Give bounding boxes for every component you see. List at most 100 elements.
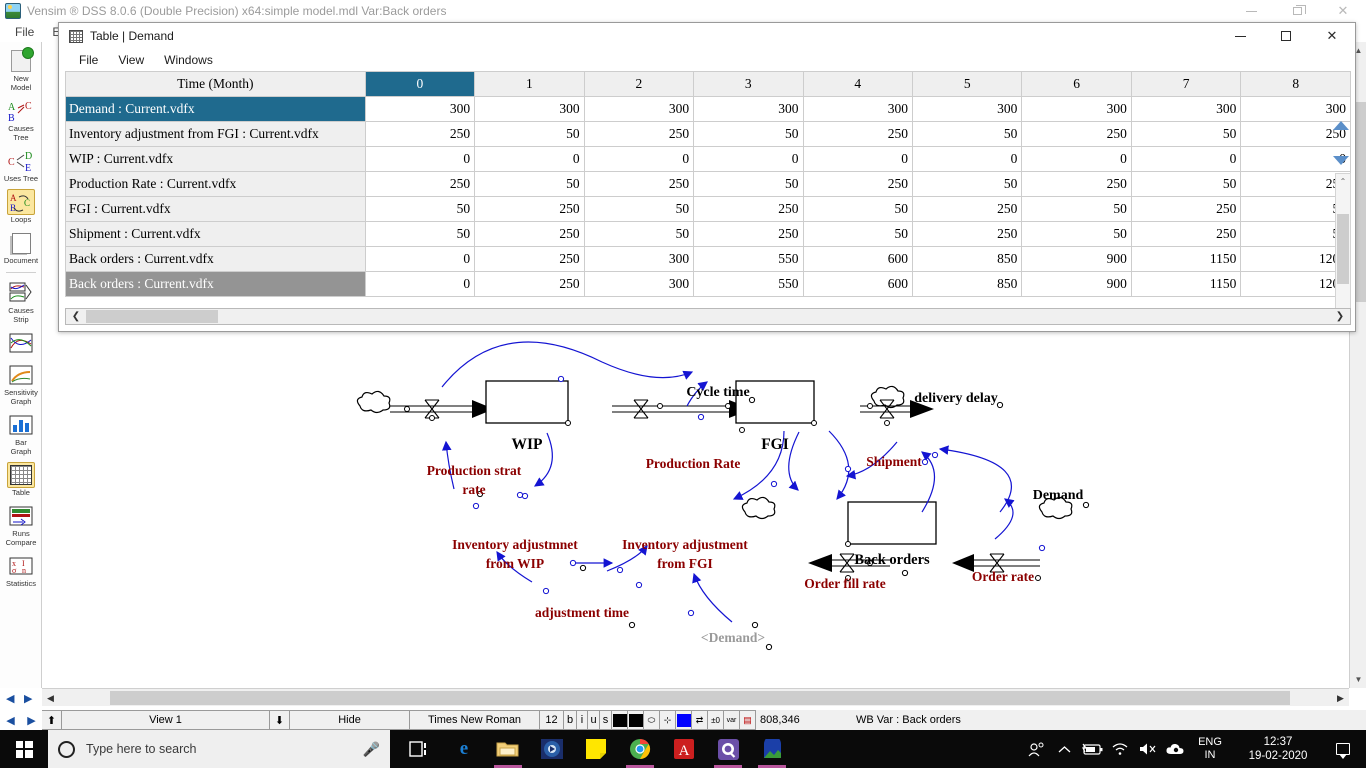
clock[interactable]: 12:37 19-02-2020 <box>1230 735 1326 763</box>
sketch-hscroll-thumb[interactable] <box>110 691 1290 705</box>
vensim-close-button[interactable]: ✕ <box>1320 0 1366 22</box>
cell-value[interactable]: 50 <box>1130 121 1242 147</box>
cell-value[interactable]: 600 <box>802 246 913 272</box>
cell-value[interactable]: 300 <box>693 96 804 122</box>
table-scroll-down-icon[interactable] <box>1333 156 1349 165</box>
cell-value[interactable]: 250 <box>474 246 585 272</box>
tool-graph[interactable] <box>0 328 42 358</box>
tool-document[interactable]: Document <box>0 228 42 267</box>
table-scroll-right-icon[interactable]: ❯ <box>1332 309 1348 324</box>
cell-value[interactable]: 50 <box>911 171 1023 197</box>
cell-value[interactable]: 50 <box>474 121 585 147</box>
photos-icon[interactable] <box>706 730 750 768</box>
table-row[interactable]: WIP : Current.vdfx 0 0 0 0 0 0 0 0 0 <box>65 146 1351 172</box>
table-row[interactable]: Demand : Current.vdfx 300 300 300 300 30… <box>65 96 1351 122</box>
edge-icon[interactable]: e <box>442 730 486 768</box>
cell-value[interactable]: 50 <box>911 121 1023 147</box>
cell-value[interactable]: 850 <box>911 246 1023 272</box>
table-vscroll-thumb[interactable] <box>1337 214 1349 284</box>
cell-value[interactable]: 250 <box>1021 171 1132 197</box>
cell-value[interactable]: 250 <box>583 171 695 197</box>
column-header-8[interactable]: 8 <box>1240 71 1351 97</box>
variable-button[interactable]: var <box>724 710 740 730</box>
start-button[interactable] <box>0 730 48 768</box>
cell-value[interactable]: 300 <box>802 96 913 122</box>
column-header-3[interactable]: 3 <box>693 71 804 97</box>
nav-right-icon[interactable]: ▶ <box>24 692 32 705</box>
notifications-icon[interactable] <box>1326 743 1360 759</box>
table-scroll-left-icon[interactable]: ❮ <box>68 309 84 324</box>
cell-value[interactable]: 0 <box>364 146 476 172</box>
tool-loops[interactable]: ABC Loops <box>0 187 42 226</box>
comment-button[interactable]: ▤ <box>740 710 756 730</box>
table-close-button[interactable]: ✕ <box>1309 23 1355 49</box>
tool-sensitivity-graph[interactable]: Sensitivity Graph <box>0 360 42 408</box>
cell-value[interactable]: 50 <box>1130 171 1242 197</box>
results-table[interactable]: Time (Month) 0 1 2 3 4 5 6 7 8 Demand : <box>65 71 1351 297</box>
cell-value[interactable]: 300 <box>583 271 695 297</box>
tool-causes-strip[interactable]: Causes Strip <box>0 278 42 326</box>
cell-value[interactable]: 850 <box>911 271 1023 297</box>
cell-value[interactable]: 50 <box>693 171 804 197</box>
cell-value[interactable]: 250 <box>474 221 585 247</box>
volume-muted-icon[interactable] <box>1134 730 1162 768</box>
menu-file[interactable]: File <box>6 25 43 39</box>
column-header-0[interactable]: 0 <box>364 71 476 97</box>
task-view-icon[interactable] <box>398 730 442 768</box>
column-header-2[interactable]: 2 <box>583 71 695 97</box>
cell-value[interactable]: 250 <box>693 196 804 222</box>
line-color-button[interactable] <box>676 710 692 730</box>
polarity-button[interactable]: ±0 <box>708 710 724 730</box>
cell-value[interactable]: 300 <box>1021 96 1132 122</box>
status-prev-icon[interactable]: ◀ <box>6 714 14 727</box>
arrow-style-button[interactable]: ⊹ <box>660 710 676 730</box>
column-header-time[interactable]: Time (Month) <box>65 71 366 97</box>
table-menu-windows[interactable]: Windows <box>154 53 223 67</box>
column-header-7[interactable]: 7 <box>1130 71 1242 97</box>
cell-value[interactable]: 300 <box>583 246 695 272</box>
table-grid-wrapper[interactable]: Time (Month) 0 1 2 3 4 5 6 7 8 Demand : <box>65 71 1351 311</box>
cell-value[interactable]: 250 <box>474 196 585 222</box>
wifi-icon[interactable] <box>1106 730 1134 768</box>
cell-value[interactable]: 250 <box>474 271 585 297</box>
row-label[interactable]: Shipment : Current.vdfx <box>65 221 366 247</box>
cell-value[interactable]: 300 <box>364 96 476 122</box>
fill-color-button[interactable] <box>628 710 644 730</box>
row-label[interactable]: WIP : Current.vdfx <box>65 146 366 172</box>
scroll-right-arrow-icon[interactable]: ▶ <box>1332 689 1349 707</box>
search-input[interactable]: Type here to search <box>86 742 363 756</box>
cell-value[interactable]: 0 <box>693 146 804 172</box>
table-maximize-button[interactable] <box>1263 23 1309 49</box>
tool-causes-tree[interactable]: AB C Causes Tree <box>0 96 42 144</box>
cell-value[interactable]: 1150 <box>1130 246 1242 272</box>
cell-value[interactable]: 0 <box>364 246 476 272</box>
cell-value[interactable]: 250 <box>364 121 476 147</box>
cell-value[interactable]: 900 <box>1021 271 1132 297</box>
cell-value[interactable]: 50 <box>802 196 913 222</box>
tool-uses-tree[interactable]: CDE Uses Tree <box>0 146 42 185</box>
font-name-selector[interactable]: Times New Roman <box>410 710 540 730</box>
table-scroll-up-icon[interactable] <box>1333 121 1349 130</box>
cell-value[interactable]: 300 <box>474 96 585 122</box>
cell-value[interactable]: 550 <box>693 246 804 272</box>
cell-value[interactable]: 50 <box>364 221 476 247</box>
status-next-icon[interactable]: ▶ <box>27 714 35 727</box>
table-menu-view[interactable]: View <box>108 53 154 67</box>
cell-value[interactable]: 50 <box>583 196 695 222</box>
language-indicator[interactable]: ENG IN <box>1190 736 1230 762</box>
table-menu-file[interactable]: File <box>69 53 108 67</box>
chrome-icon[interactable] <box>618 730 662 768</box>
cell-value[interactable]: 250 <box>1021 121 1132 147</box>
view-selector[interactable]: View 1 <box>62 710 270 730</box>
table-row[interactable]: Inventory adjustment from FGI : Current.… <box>65 121 1351 147</box>
cell-value[interactable]: 300 <box>583 96 695 122</box>
column-header-6[interactable]: 6 <box>1021 71 1132 97</box>
sketch-horizontal-scrollbar[interactable]: ◀ ▶ <box>42 688 1349 706</box>
text-color-button[interactable] <box>612 710 628 730</box>
cell-value[interactable]: 250 <box>693 221 804 247</box>
cell-value[interactable]: 0 <box>474 146 585 172</box>
table-minimize-button[interactable] <box>1217 23 1263 49</box>
table-row[interactable]: Production Rate : Current.vdfx 250 50 25… <box>65 171 1351 197</box>
column-header-1[interactable]: 1 <box>474 71 585 97</box>
cell-value[interactable]: 0 <box>1021 146 1132 172</box>
